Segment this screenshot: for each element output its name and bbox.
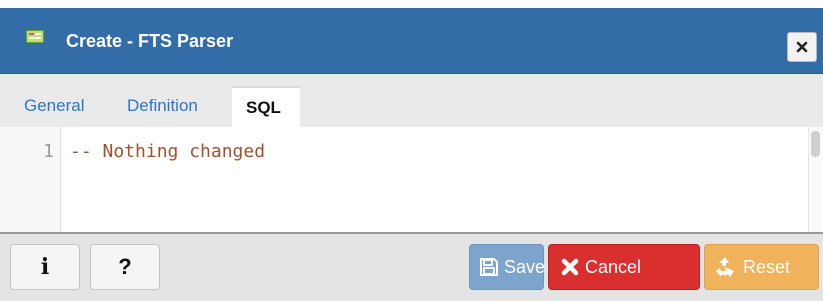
- close-button[interactable]: [787, 32, 817, 62]
- tab-definition-label: Definition: [127, 96, 198, 115]
- floppy-disk-icon: [480, 258, 498, 276]
- tab-sql-label: SQL: [246, 98, 281, 117]
- info-button[interactable]: i: [10, 244, 80, 290]
- line-number: 1: [43, 141, 54, 162]
- code-line: -- Nothing changed: [70, 141, 266, 162]
- tab-general[interactable]: General: [12, 86, 108, 127]
- tab-bar: General Definition SQL: [0, 74, 823, 127]
- tab-definition[interactable]: Definition: [115, 86, 225, 127]
- create-fts-parser-dialog: Create - FTS Parser General Definition S…: [0, 0, 823, 301]
- cancel-button[interactable]: Cancel: [548, 244, 700, 290]
- reset-button[interactable]: Reset: [704, 244, 819, 290]
- fts-parser-icon: [26, 30, 44, 43]
- info-icon: i: [40, 254, 50, 280]
- cancel-label: Cancel: [585, 257, 642, 277]
- sql-editor[interactable]: 1 -- Nothing changed: [0, 127, 823, 234]
- help-button[interactable]: ?: [90, 244, 160, 290]
- close-icon: [796, 41, 808, 53]
- line-number-gutter: 1: [0, 127, 61, 232]
- reset-label: Reset: [743, 257, 791, 277]
- editor-scrollbar-thumb[interactable]: [811, 131, 820, 157]
- tab-general-label: General: [24, 96, 85, 115]
- save-button[interactable]: Save: [469, 244, 546, 290]
- dialog-footer: i ? Save Cancel Reset: [0, 234, 823, 301]
- help-icon: ?: [118, 254, 132, 279]
- save-label: Save: [504, 257, 546, 277]
- dialog-titlebar: Create - FTS Parser: [0, 8, 823, 74]
- cancel-x-icon: [561, 258, 579, 276]
- tab-sql[interactable]: SQL: [232, 86, 300, 127]
- dialog-title: Create - FTS Parser: [66, 31, 234, 51]
- recycle-icon: [716, 257, 734, 277]
